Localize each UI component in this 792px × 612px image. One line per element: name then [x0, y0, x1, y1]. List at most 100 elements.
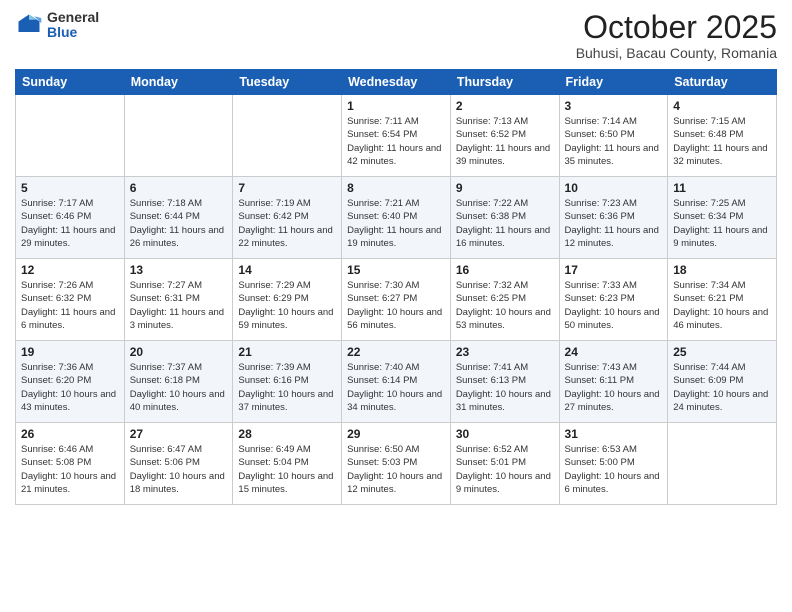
day-info: Sunrise: 7:15 AM Sunset: 6:48 PM Dayligh…: [673, 115, 771, 168]
day-info: Sunrise: 6:46 AM Sunset: 5:08 PM Dayligh…: [21, 443, 119, 496]
logo-text: General Blue: [47, 10, 99, 41]
day-number: 15: [347, 263, 445, 277]
col-monday: Monday: [124, 70, 233, 95]
calendar-cell: 20 Sunrise: 7:37 AM Sunset: 6:18 PM Dayli…: [124, 341, 233, 423]
calendar-cell: 17Sunrise: 7:33 AM Sunset: 6:23 PM Dayli…: [559, 259, 668, 341]
day-number: 5: [21, 181, 119, 195]
day-number: 6: [130, 181, 228, 195]
logo-general-text: General: [47, 10, 99, 25]
calendar-cell: 28Sunrise: 6:49 AM Sunset: 5:04 PM Dayli…: [233, 423, 342, 505]
day-number: 11: [673, 181, 771, 195]
calendar-cell: 12 Sunrise: 7:26 AM Sunset: 6:32 PM Dayli…: [16, 259, 125, 341]
day-number: 27: [130, 427, 228, 441]
location-title: Buhusi, Bacau County, Romania: [576, 45, 777, 61]
day-number: 25: [673, 345, 771, 359]
logo-blue-text: Blue: [47, 25, 99, 40]
day-number: 29: [347, 427, 445, 441]
day-info: Sunrise: 7:39 AM Sunset: 6:16 PM Dayligh…: [238, 361, 336, 414]
calendar-week-1: 1 Sunrise: 7:11 AM Sunset: 6:54 PM Daylig…: [16, 95, 777, 177]
title-section: October 2025 Buhusi, Bacau County, Roman…: [576, 10, 777, 61]
day-info: Sunrise: 7:34 AM Sunset: 6:21 PM Dayligh…: [673, 279, 771, 332]
calendar-cell: 7 Sunrise: 7:19 AM Sunset: 6:42 PM Daylig…: [233, 177, 342, 259]
day-info: Sunrise: 7:19 AM Sunset: 6:42 PM Dayligh…: [238, 197, 336, 250]
calendar-cell: 4 Sunrise: 7:15 AM Sunset: 6:48 PM Daylig…: [668, 95, 777, 177]
calendar-cell: 21Sunrise: 7:39 AM Sunset: 6:16 PM Dayli…: [233, 341, 342, 423]
day-number: 2: [456, 99, 554, 113]
day-info: Sunrise: 7:44 AM Sunset: 6:09 PM Dayligh…: [673, 361, 771, 414]
day-info: Sunrise: 7:32 AM Sunset: 6:25 PM Dayligh…: [456, 279, 554, 332]
day-info: Sunrise: 7:36 AM Sunset: 6:20 PM Dayligh…: [21, 361, 119, 414]
day-number: 4: [673, 99, 771, 113]
day-number: 24: [565, 345, 663, 359]
day-info: Sunrise: 7:11 AM Sunset: 6:54 PM Dayligh…: [347, 115, 445, 168]
calendar-cell: 30 Sunrise: 6:52 AM Sunset: 5:01 PM Dayli…: [450, 423, 559, 505]
calendar-cell: [124, 95, 233, 177]
calendar-cell: 9 Sunrise: 7:22 AM Sunset: 6:38 PM Daylig…: [450, 177, 559, 259]
calendar-cell: 29 Sunrise: 6:50 AM Sunset: 5:03 PM Dayli…: [342, 423, 451, 505]
day-info: Sunrise: 6:50 AM Sunset: 5:03 PM Dayligh…: [347, 443, 445, 496]
calendar-week-3: 12 Sunrise: 7:26 AM Sunset: 6:32 PM Dayli…: [16, 259, 777, 341]
day-number: 9: [456, 181, 554, 195]
day-info: Sunrise: 7:40 AM Sunset: 6:14 PM Dayligh…: [347, 361, 445, 414]
col-tuesday: Tuesday: [233, 70, 342, 95]
day-number: 12: [21, 263, 119, 277]
col-friday: Friday: [559, 70, 668, 95]
day-number: 23: [456, 345, 554, 359]
day-number: 1: [347, 99, 445, 113]
calendar: Sunday Monday Tuesday Wednesday Thursday…: [15, 69, 777, 505]
day-info: Sunrise: 7:17 AM Sunset: 6:46 PM Dayligh…: [21, 197, 119, 250]
day-info: Sunrise: 7:25 AM Sunset: 6:34 PM Dayligh…: [673, 197, 771, 250]
day-info: Sunrise: 7:22 AM Sunset: 6:38 PM Dayligh…: [456, 197, 554, 250]
day-info: Sunrise: 7:29 AM Sunset: 6:29 PM Dayligh…: [238, 279, 336, 332]
day-info: Sunrise: 7:14 AM Sunset: 6:50 PM Dayligh…: [565, 115, 663, 168]
calendar-cell: 24 Sunrise: 7:43 AM Sunset: 6:11 PM Dayli…: [559, 341, 668, 423]
day-number: 10: [565, 181, 663, 195]
day-info: Sunrise: 7:27 AM Sunset: 6:31 PM Dayligh…: [130, 279, 228, 332]
day-info: Sunrise: 7:33 AM Sunset: 6:23 PM Dayligh…: [565, 279, 663, 332]
day-number: 7: [238, 181, 336, 195]
day-info: Sunrise: 7:23 AM Sunset: 6:36 PM Dayligh…: [565, 197, 663, 250]
logo-icon: [15, 11, 43, 39]
logo: General Blue: [15, 10, 99, 41]
calendar-cell: 11 Sunrise: 7:25 AM Sunset: 6:34 PM Dayli…: [668, 177, 777, 259]
col-saturday: Saturday: [668, 70, 777, 95]
day-number: 22: [347, 345, 445, 359]
day-info: Sunrise: 7:26 AM Sunset: 6:32 PM Dayligh…: [21, 279, 119, 332]
day-number: 30: [456, 427, 554, 441]
day-info: Sunrise: 7:41 AM Sunset: 6:13 PM Dayligh…: [456, 361, 554, 414]
calendar-cell: 3 Sunrise: 7:14 AM Sunset: 6:50 PM Daylig…: [559, 95, 668, 177]
calendar-cell: 1 Sunrise: 7:11 AM Sunset: 6:54 PM Daylig…: [342, 95, 451, 177]
month-title: October 2025: [576, 10, 777, 45]
day-number: 3: [565, 99, 663, 113]
calendar-cell: 25 Sunrise: 7:44 AM Sunset: 6:09 PM Dayli…: [668, 341, 777, 423]
calendar-week-2: 5 Sunrise: 7:17 AM Sunset: 6:46 PM Daylig…: [16, 177, 777, 259]
calendar-week-5: 26 Sunrise: 6:46 AM Sunset: 5:08 PM Dayli…: [16, 423, 777, 505]
calendar-cell: 27 Sunrise: 6:47 AM Sunset: 5:06 PM Dayli…: [124, 423, 233, 505]
day-number: 16: [456, 263, 554, 277]
day-number: 8: [347, 181, 445, 195]
day-info: Sunrise: 7:13 AM Sunset: 6:52 PM Dayligh…: [456, 115, 554, 168]
day-info: Sunrise: 6:49 AM Sunset: 5:04 PM Dayligh…: [238, 443, 336, 496]
day-info: Sunrise: 7:43 AM Sunset: 6:11 PM Dayligh…: [565, 361, 663, 414]
calendar-cell: 16 Sunrise: 7:32 AM Sunset: 6:25 PM Dayli…: [450, 259, 559, 341]
calendar-cell: 13 Sunrise: 7:27 AM Sunset: 6:31 PM Dayli…: [124, 259, 233, 341]
day-info: Sunrise: 7:37 AM Sunset: 6:18 PM Dayligh…: [130, 361, 228, 414]
day-number: 14: [238, 263, 336, 277]
page: General Blue October 2025 Buhusi, Bacau …: [0, 0, 792, 612]
day-number: 31: [565, 427, 663, 441]
col-thursday: Thursday: [450, 70, 559, 95]
day-info: Sunrise: 6:52 AM Sunset: 5:01 PM Dayligh…: [456, 443, 554, 496]
day-info: Sunrise: 6:47 AM Sunset: 5:06 PM Dayligh…: [130, 443, 228, 496]
calendar-cell: 18 Sunrise: 7:34 AM Sunset: 6:21 PM Dayli…: [668, 259, 777, 341]
day-number: 26: [21, 427, 119, 441]
calendar-cell: 2 Sunrise: 7:13 AM Sunset: 6:52 PM Daylig…: [450, 95, 559, 177]
day-number: 13: [130, 263, 228, 277]
calendar-week-4: 19Sunrise: 7:36 AM Sunset: 6:20 PM Dayli…: [16, 341, 777, 423]
day-info: Sunrise: 7:30 AM Sunset: 6:27 PM Dayligh…: [347, 279, 445, 332]
day-number: 18: [673, 263, 771, 277]
calendar-cell: 14 Sunrise: 7:29 AM Sunset: 6:29 PM Dayli…: [233, 259, 342, 341]
calendar-cell: [16, 95, 125, 177]
calendar-cell: 8 Sunrise: 7:21 AM Sunset: 6:40 PM Daylig…: [342, 177, 451, 259]
day-number: 20: [130, 345, 228, 359]
day-info: Sunrise: 7:21 AM Sunset: 6:40 PM Dayligh…: [347, 197, 445, 250]
